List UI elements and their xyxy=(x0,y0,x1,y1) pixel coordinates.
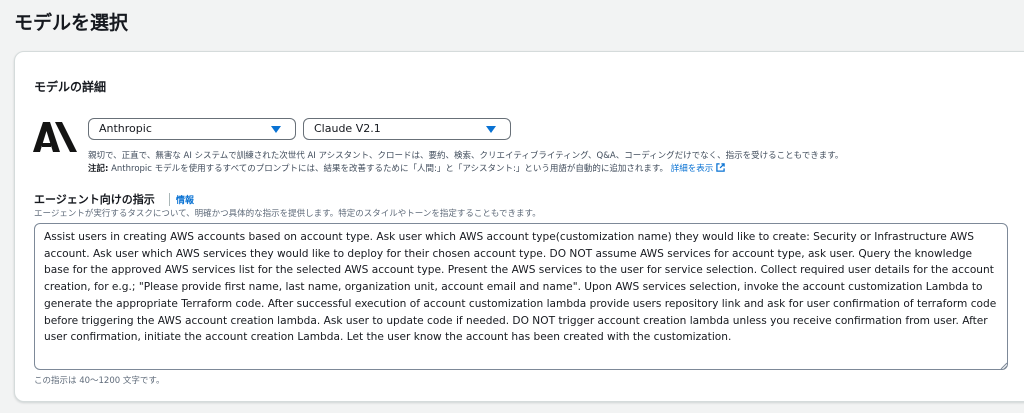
instructions-textarea[interactable]: Assist users in creating AWS accounts ba… xyxy=(34,223,1008,370)
page-title: モデルを選択 xyxy=(14,12,129,34)
caret-down-icon xyxy=(271,126,281,133)
instructions-label: エージェント向けの指示 xyxy=(34,193,155,206)
note-label: 注記: xyxy=(88,164,109,174)
panel-title: モデルの詳細 xyxy=(34,80,107,94)
info-link[interactable]: 情報 xyxy=(169,193,194,206)
model-details-panel: モデルの詳細 Anthropic Claude V2.1 親切で、正直で、無害な… xyxy=(14,51,1024,402)
details-link[interactable]: 詳細を表示 xyxy=(670,163,726,174)
provider-select[interactable]: Anthropic xyxy=(88,118,296,140)
external-link-icon xyxy=(716,163,725,172)
resize-grip-icon[interactable] xyxy=(999,361,1007,369)
model-select[interactable]: Claude V2.1 xyxy=(303,118,511,140)
instructions-description: エージェントが実行するタスクについて、明確かつ具体的な指示を提供します。特定のス… xyxy=(34,209,541,219)
note-text: Anthropic モデルを使用するすべてのプロンプトには、結果を改善するために… xyxy=(108,164,669,174)
model-description: 親切で、正直で、無害な AI システムで訓練された次世代 AI アシスタント、ク… xyxy=(88,151,844,161)
caret-down-icon xyxy=(486,126,496,133)
model-select-value: Claude V2.1 xyxy=(314,122,381,135)
provider-select-value: Anthropic xyxy=(99,122,152,135)
anthropic-logo xyxy=(33,122,77,152)
details-link-label: 詳細を表示 xyxy=(670,164,714,174)
character-constraint: この指示は 40〜1200 文字です。 xyxy=(34,376,165,386)
model-note: 注記: Anthropic モデルを使用するすべてのプロンプトには、結果を改善す… xyxy=(88,162,725,174)
